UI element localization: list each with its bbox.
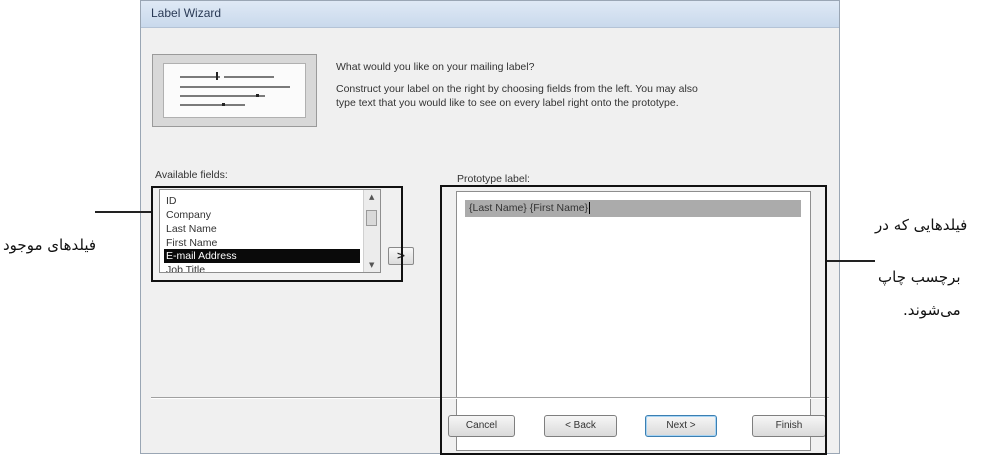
preview-line xyxy=(180,104,245,106)
instruction-line-2: type text that you would like to see on … xyxy=(336,97,679,109)
available-fields-label: Available fields: xyxy=(155,169,228,181)
prototype-highlight xyxy=(440,185,827,455)
preview-line xyxy=(180,86,290,88)
label-preview-image xyxy=(152,54,317,127)
annotation-connector-right xyxy=(827,260,875,262)
preview-cursor xyxy=(216,72,218,80)
annotation-connector-left xyxy=(95,211,151,213)
title-bar: Label Wizard xyxy=(141,1,839,28)
window-title: Label Wizard xyxy=(151,6,222,20)
annotation-printed-fields-line-2: برچسب چاپ xyxy=(878,268,961,286)
instruction-line-1: Construct your label on the right by cho… xyxy=(336,83,698,95)
prototype-label-title: Prototype label: xyxy=(457,173,530,185)
preview-line xyxy=(224,76,274,78)
instruction-question: What would you like on your mailing labe… xyxy=(336,61,535,73)
label-preview-card xyxy=(163,63,306,118)
available-fields-highlight xyxy=(151,186,403,282)
preview-line xyxy=(180,76,220,78)
annotation-printed-fields-line-1: فیلدهایی که در xyxy=(875,216,968,234)
preview-dot xyxy=(256,94,259,97)
annotation-available-fields: فیلدهای موجود xyxy=(3,236,97,254)
preview-line xyxy=(180,95,265,97)
annotation-printed-fields-line-3: می‌شوند. xyxy=(903,301,961,319)
preview-dot xyxy=(222,103,225,106)
